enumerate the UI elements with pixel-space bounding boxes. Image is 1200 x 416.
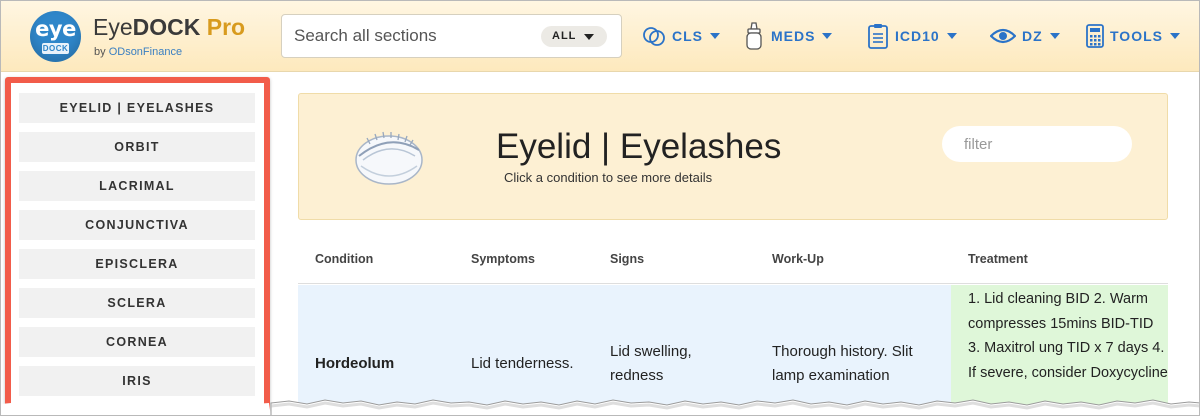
filter-input[interactable] xyxy=(942,126,1132,162)
page-title: Eyelid | Eyelashes xyxy=(496,127,782,166)
column-header-condition[interactable]: Condition xyxy=(315,252,373,266)
chevron-down-icon xyxy=(946,33,957,39)
section-banner: Eyelid | Eyelashes Click a condition to … xyxy=(298,93,1168,220)
search-scope-label: ALL xyxy=(552,30,577,42)
section-sidebar: EYELID | EYELASHES ORBIT LACRIMAL CONJUN… xyxy=(1,73,281,415)
brand-name-bold: DOCK xyxy=(132,14,201,40)
sidebar-item-conjunctiva[interactable]: CONJUNCTIVA xyxy=(19,210,255,240)
chevron-down-icon xyxy=(1169,33,1180,39)
logo-eye-text: eye xyxy=(35,17,76,41)
top-header: eye DOCK EyeDOCK Pro by ODsonFinance ALL… xyxy=(1,1,1199,72)
cell-condition[interactable]: Hordeolum xyxy=(315,352,394,376)
cell-signs: Lid swelling, redness xyxy=(610,343,692,384)
byline-link[interactable]: ODsonFinance xyxy=(109,46,182,58)
byline: by ODsonFinance xyxy=(94,46,182,58)
nav-dz-label: DZ xyxy=(1022,28,1043,44)
dropper-bottle-icon xyxy=(743,22,765,50)
sidebar-item-eyelid-eyelashes[interactable]: EYELID | EYELASHES xyxy=(19,93,255,123)
cell-treatment: 1. Lid cleaning BID 2. Warm compresses 1… xyxy=(951,285,1168,415)
nav-meds-label: MEDS xyxy=(771,28,816,44)
sidebar-item-episclera[interactable]: EPISCLERA xyxy=(19,249,255,279)
nav-cls-label: CLS xyxy=(672,28,703,44)
eyelid-illustration-icon xyxy=(355,131,423,185)
column-header-workup[interactable]: Work-Up xyxy=(772,252,824,266)
cell-workup: Thorough history. Slit lamp examination xyxy=(772,343,913,384)
chevron-down-icon xyxy=(710,33,720,39)
column-header-symptoms[interactable]: Symptoms xyxy=(471,252,535,266)
search-scope-dropdown[interactable]: ALL xyxy=(541,26,607,47)
sidebar-item-lacrimal[interactable]: LACRIMAL xyxy=(19,171,255,201)
search-box: ALL xyxy=(281,14,622,58)
table-row[interactable]: Hordeolum Lid tenderness. Lid swelling, … xyxy=(298,285,1168,415)
calculator-icon xyxy=(1086,24,1104,48)
nav-icd10[interactable]: ICD10 xyxy=(867,23,957,49)
contact-lens-icon xyxy=(642,25,666,47)
chevron-down-icon xyxy=(822,33,833,39)
eyedock-logo[interactable]: eye DOCK xyxy=(30,11,81,62)
cell-symptoms: Lid tenderness. xyxy=(471,355,574,372)
brand-name-suffix: Pro xyxy=(200,14,246,40)
brand-name-prefix: Eye xyxy=(93,14,133,40)
nav-tools-label: TOOLS xyxy=(1110,28,1163,44)
nav-meds[interactable]: MEDS xyxy=(743,22,833,50)
conditions-table-header: Condition Symptoms Signs Work-Up Treatme… xyxy=(298,233,1168,284)
logo-dock-text: DOCK xyxy=(42,43,69,54)
nav-cls[interactable]: CLS xyxy=(642,23,720,49)
column-header-treatment[interactable]: Treatment xyxy=(968,252,1028,266)
clipboard-icon xyxy=(867,23,889,49)
sidebar-item-iris[interactable]: IRIS xyxy=(19,366,255,396)
eye-icon xyxy=(990,27,1016,45)
sidebar-item-orbit[interactable]: ORBIT xyxy=(19,132,255,162)
search-input[interactable] xyxy=(283,16,533,56)
nav-tools[interactable]: TOOLS xyxy=(1086,23,1180,49)
sidebar-item-sclera[interactable]: SCLERA xyxy=(19,288,255,318)
caret-down-icon xyxy=(584,34,594,40)
chevron-down-icon xyxy=(1049,33,1060,39)
brand-name[interactable]: EyeDOCK Pro xyxy=(93,14,245,41)
sidebar-item-cornea[interactable]: CORNEA xyxy=(19,327,255,357)
byline-prefix: by xyxy=(94,46,109,58)
main-content: Eyelid | Eyelashes Click a condition to … xyxy=(282,73,1199,415)
nav-dz[interactable]: DZ xyxy=(990,23,1060,49)
app-window: eye DOCK EyeDOCK Pro by ODsonFinance ALL… xyxy=(0,0,1200,416)
page-subtitle: Click a condition to see more details xyxy=(504,170,713,185)
nav-icd10-label: ICD10 xyxy=(895,28,940,44)
column-header-signs[interactable]: Signs xyxy=(610,252,644,266)
